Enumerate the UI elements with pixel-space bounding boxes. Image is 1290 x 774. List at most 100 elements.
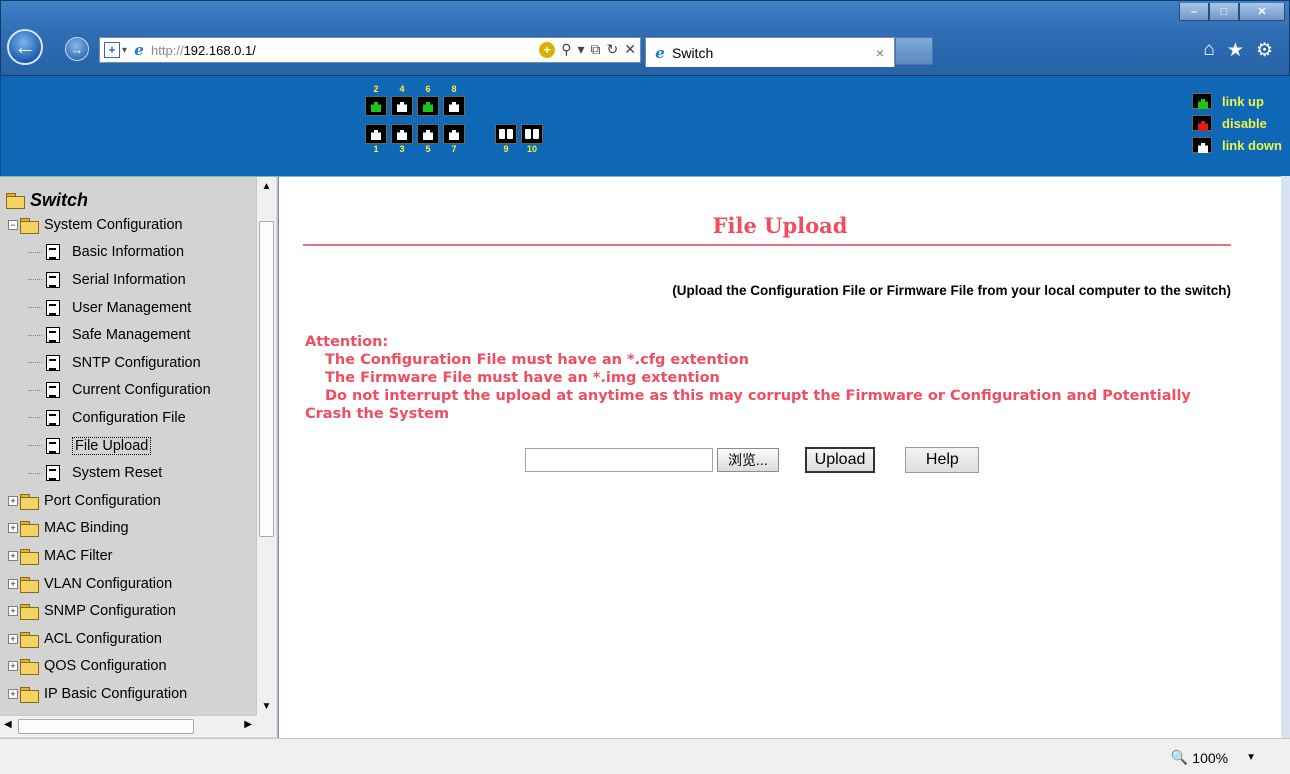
gear-icon[interactable]: ⚙ bbox=[1256, 39, 1273, 62]
document-icon bbox=[46, 409, 60, 426]
port-4-icon[interactable] bbox=[391, 96, 413, 116]
tab-switch[interactable]: e Switch × bbox=[645, 37, 895, 67]
port-number: 8 bbox=[451, 84, 457, 94]
legend-label: link down bbox=[1222, 137, 1282, 153]
sidebar-item-sntp-configuration[interactable]: SNTP Configuration bbox=[0, 349, 256, 377]
zoom-level: 100% bbox=[1192, 749, 1229, 766]
tree-root[interactable]: Switch bbox=[0, 189, 256, 211]
sidebar-item-port-configuration[interactable]: + Port Configuration bbox=[0, 487, 256, 515]
scroll-right-icon[interactable]: ▶ bbox=[244, 719, 252, 730]
chevron-down-icon[interactable]: ▾ bbox=[122, 45, 127, 56]
new-tab-button[interactable] bbox=[895, 37, 933, 65]
folder-icon bbox=[20, 631, 39, 648]
minimize-button[interactable]: – bbox=[1179, 3, 1209, 21]
expand-icon[interactable]: + bbox=[8, 661, 18, 672]
search-icon[interactable]: ⚲ bbox=[561, 41, 571, 58]
sidebar-item-mac-filter[interactable]: + MAC Filter bbox=[0, 542, 256, 570]
sidebar-item-current-configuration[interactable]: Current Configuration bbox=[0, 377, 256, 405]
expand-icon[interactable]: + bbox=[8, 606, 18, 617]
sidebar: Switch − System Configuration Basic Info… bbox=[0, 176, 278, 738]
sidebar-item-label: IP Basic Configuration bbox=[44, 685, 188, 702]
scroll-down-icon[interactable]: ▼ bbox=[257, 697, 276, 715]
nav-tree: Switch − System Configuration Basic Info… bbox=[0, 177, 256, 715]
tab-close-icon[interactable]: × bbox=[876, 45, 884, 61]
address-bar[interactable]: + ▾ e http://192.168.0.1/ + ⚲ ▾ ⧉ ↻ ✕ bbox=[99, 37, 641, 63]
sidebar-item-system-configuration[interactable]: − System Configuration bbox=[0, 211, 256, 239]
document-icon bbox=[46, 437, 60, 454]
address-text[interactable]: http://192.168.0.1/ bbox=[151, 43, 256, 58]
sidebar-item-acl-configuration[interactable]: + ACL Configuration bbox=[0, 625, 256, 653]
chevron-down-icon[interactable]: ▼ bbox=[1246, 752, 1256, 763]
sidebar-item-snmp-configuration[interactable]: + SNMP Configuration bbox=[0, 597, 256, 625]
browse-button[interactable]: 浏览... bbox=[717, 448, 779, 472]
sidebar-item-label: Basic Information bbox=[72, 244, 185, 261]
port-6-icon[interactable] bbox=[417, 96, 439, 116]
port-2-icon[interactable] bbox=[365, 96, 387, 116]
compat-view-icon[interactable]: + bbox=[104, 42, 120, 58]
port-10-fiber-icon[interactable] bbox=[521, 124, 543, 144]
address-tools: + ⚲ ▾ ⧉ ↻ ✕ bbox=[539, 41, 636, 58]
close-button[interactable]: ✕ bbox=[1239, 3, 1285, 21]
expand-icon[interactable]: + bbox=[8, 550, 18, 561]
port-3-icon[interactable] bbox=[391, 124, 413, 144]
scroll-thumb[interactable] bbox=[259, 221, 274, 537]
sidebar-item-label: MAC Binding bbox=[44, 520, 129, 537]
port-5-icon[interactable] bbox=[417, 124, 439, 144]
port-7-icon[interactable] bbox=[443, 124, 465, 144]
maximize-button[interactable]: □ bbox=[1209, 3, 1239, 21]
dropdown-icon[interactable]: ▾ bbox=[578, 41, 585, 58]
browser-titlebar: – □ ✕ ← → + ▾ e http://192.168.0.1/ + ⚲ … bbox=[0, 0, 1290, 76]
folder-icon bbox=[20, 576, 39, 593]
sidebar-item-file-upload[interactable]: File Upload bbox=[0, 432, 256, 460]
sidebar-item-serial-information[interactable]: Serial Information bbox=[0, 266, 256, 294]
legend-disable: disable bbox=[1192, 112, 1282, 134]
expand-icon[interactable]: + bbox=[8, 688, 18, 699]
sidebar-horizontal-scrollbar[interactable]: ◀ ▶ bbox=[0, 715, 256, 737]
compat-icon[interactable]: ⧉ bbox=[591, 41, 601, 58]
tree-connector bbox=[28, 307, 42, 309]
sidebar-item-configuration-file[interactable]: Configuration File bbox=[0, 404, 256, 432]
scroll-up-icon[interactable]: ▲ bbox=[257, 177, 276, 195]
sidebar-item-user-management[interactable]: User Management bbox=[0, 294, 256, 322]
sidebar-item-safe-management[interactable]: Safe Management bbox=[0, 321, 256, 349]
back-button[interactable]: ← bbox=[7, 29, 43, 65]
document-icon bbox=[46, 382, 60, 399]
stop-icon[interactable]: ✕ bbox=[624, 41, 636, 58]
port-1-icon[interactable] bbox=[365, 124, 387, 144]
help-button[interactable]: Help bbox=[905, 447, 980, 473]
scroll-thumb[interactable] bbox=[18, 719, 194, 734]
sidebar-item-ip-basic-configuration[interactable]: + IP Basic Configuration bbox=[0, 680, 256, 708]
port-panel: 2 4 6 8 1 3 5 7 9 10 bbox=[365, 84, 543, 154]
scroll-left-icon[interactable]: ◀ bbox=[4, 719, 12, 730]
sidebar-item-vlan-configuration[interactable]: + VLAN Configuration bbox=[0, 570, 256, 598]
port-8-icon[interactable] bbox=[443, 96, 465, 116]
sidebar-vertical-scrollbar[interactable]: ▲ ▼ bbox=[256, 177, 276, 715]
favorites-star-icon[interactable]: ★ bbox=[1227, 39, 1244, 62]
home-icon[interactable]: ⌂ bbox=[1203, 39, 1214, 62]
sidebar-item-qos-configuration[interactable]: + QOS Configuration bbox=[0, 653, 256, 681]
sidebar-item-mac-binding[interactable]: + MAC Binding bbox=[0, 515, 256, 543]
sidebar-item-system-reset[interactable]: System Reset bbox=[0, 459, 256, 487]
file-path-input[interactable] bbox=[525, 448, 713, 472]
expand-icon[interactable]: + bbox=[8, 523, 18, 534]
sidebar-item-basic-information[interactable]: Basic Information bbox=[0, 239, 256, 267]
tree-connector bbox=[28, 472, 42, 474]
scroll-corner bbox=[256, 715, 276, 737]
zoom-control[interactable]: 🔍 100% ▼ bbox=[1171, 749, 1256, 766]
page-right-edge bbox=[1281, 176, 1290, 738]
refresh-icon[interactable]: ↻ bbox=[607, 41, 619, 58]
expand-icon[interactable]: + bbox=[8, 495, 18, 506]
forward-button[interactable]: → bbox=[65, 37, 89, 61]
sidebar-item-label: System Reset bbox=[72, 465, 163, 482]
collapse-icon[interactable]: − bbox=[8, 219, 18, 230]
ie-logo-icon: e bbox=[134, 41, 144, 59]
document-icon bbox=[46, 327, 60, 344]
port-9-fiber-icon[interactable] bbox=[495, 124, 517, 144]
upload-button[interactable]: Upload bbox=[804, 447, 876, 473]
tree-connector bbox=[28, 417, 42, 419]
sidebar-item-label: Configuration File bbox=[72, 409, 186, 426]
expand-icon[interactable]: + bbox=[8, 633, 18, 644]
legend-label: link up bbox=[1222, 93, 1264, 109]
expand-icon[interactable]: + bbox=[8, 578, 18, 589]
addon-icon[interactable]: + bbox=[539, 41, 556, 58]
